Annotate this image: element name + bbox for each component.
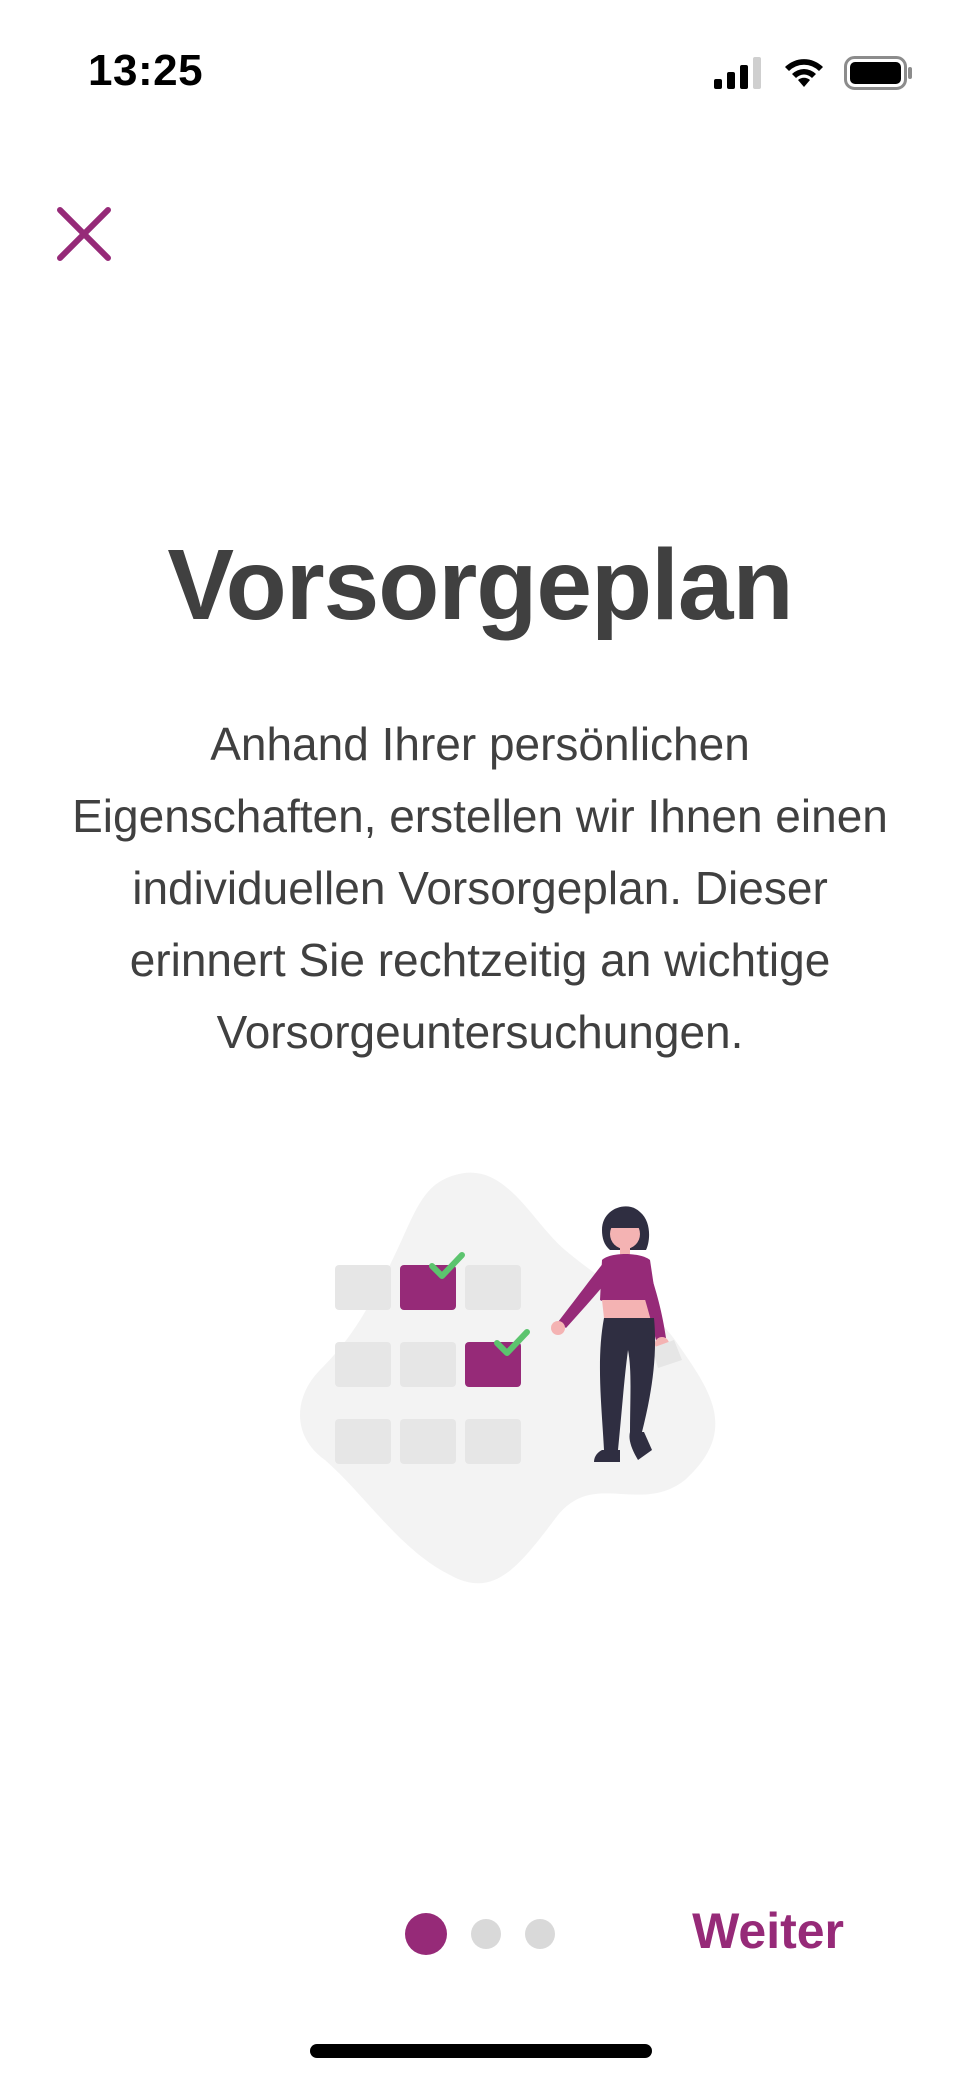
page-dot-1-active[interactable] [405, 1913, 447, 1955]
next-button[interactable]: Weiter [692, 1902, 844, 1960]
page-description: Anhand Ihrer persönlichen Eigenschaften,… [72, 718, 888, 1058]
page-indicator [405, 1913, 555, 1955]
close-button[interactable] [50, 200, 120, 270]
status-icons [714, 56, 914, 90]
page-dot-2[interactable] [471, 1919, 501, 1949]
page-dot-3[interactable] [525, 1919, 555, 1949]
signal-icon [714, 57, 761, 89]
close-icon [57, 207, 111, 261]
battery-icon [844, 56, 912, 90]
calendar-checkup-illustration [300, 1172, 716, 1584]
wifi-icon [785, 59, 823, 87]
status-time: 13:25 [88, 46, 204, 95]
home-indicator [310, 2044, 652, 2058]
page-title: Vorsorgeplan [167, 529, 793, 641]
status-bar: 13:25 [0, 0, 960, 150]
